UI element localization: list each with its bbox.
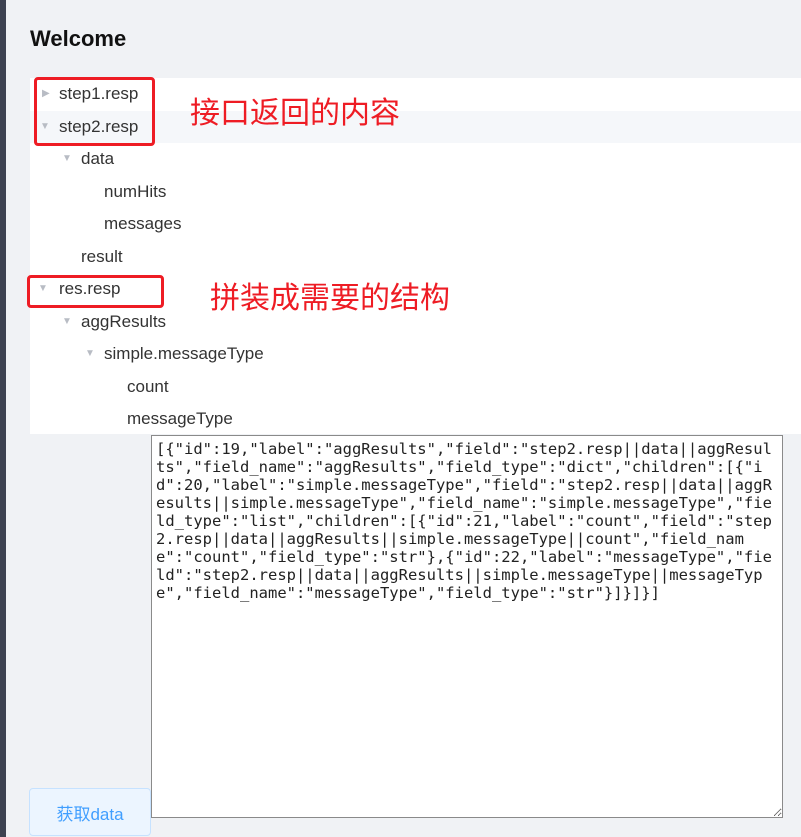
fetch-data-button[interactable]: 获取data	[29, 788, 151, 836]
page-title: Welcome	[30, 26, 127, 51]
annotation-label-assembled: 拼装成需要的结构	[210, 281, 450, 316]
sidebar-edge	[0, 0, 6, 837]
tree-node-label: numHits	[104, 182, 167, 201]
caret-down-icon[interactable]: ▼	[62, 143, 72, 175]
tree-node-label: messageType	[127, 409, 233, 428]
caret-down-icon[interactable]: ▼	[62, 306, 72, 338]
tree-node-data[interactable]: ▼ data	[30, 143, 801, 175]
tree-node-count[interactable]: count	[30, 371, 801, 403]
tree-node-messagetype[interactable]: messageType	[30, 403, 801, 435]
tree-node-simple-messagetype[interactable]: ▼ simple.messageType	[30, 338, 801, 370]
annotation-box-response	[34, 77, 155, 146]
tree-node-label: data	[81, 149, 115, 168]
annotation-box-assembled	[27, 275, 164, 308]
caret-down-icon[interactable]: ▼	[85, 338, 95, 370]
tree-node-label: simple.messageType	[104, 344, 264, 363]
tree-node-label: aggResults	[81, 312, 167, 331]
tree-node-result[interactable]: result	[30, 241, 801, 273]
tree-node-messages[interactable]: messages	[30, 208, 801, 240]
tree-node-numhits[interactable]: numHits	[30, 176, 801, 208]
tree-node-label: count	[127, 377, 169, 396]
tree-node-label: messages	[104, 214, 182, 233]
tree-node-label: result	[81, 247, 123, 266]
annotation-label-response: 接口返回的内容	[190, 96, 400, 131]
json-output-textarea[interactable]: [{"id":19,"label":"aggResults","field":"…	[151, 435, 783, 818]
